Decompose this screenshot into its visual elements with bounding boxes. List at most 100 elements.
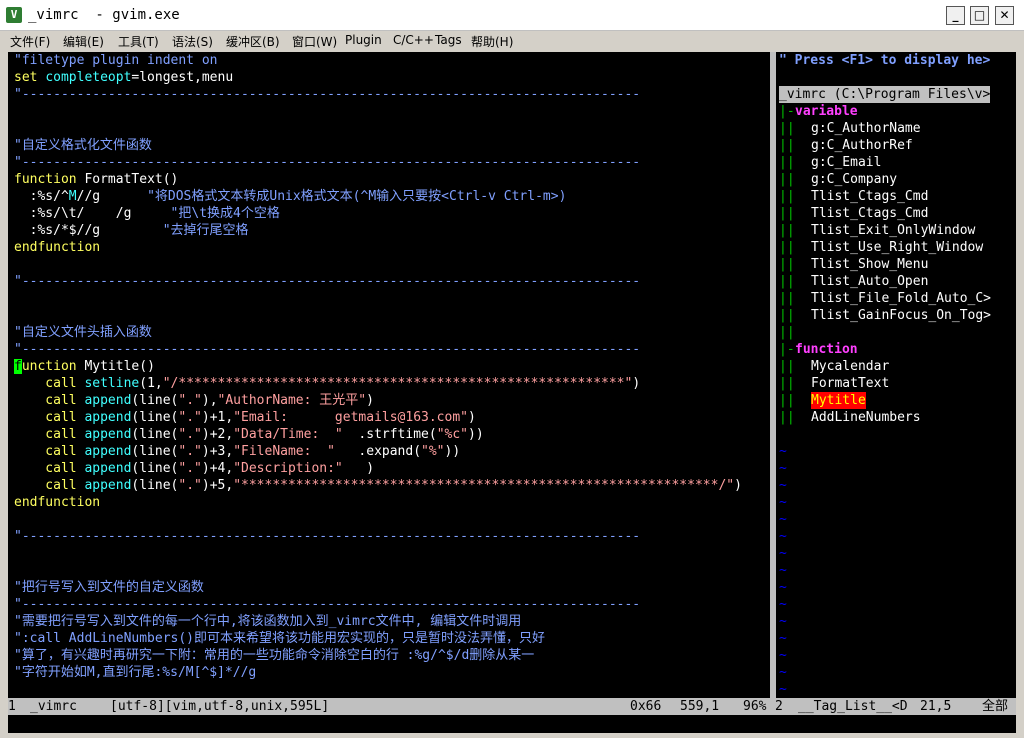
code-line: "把行号写入到文件的自定义函数 [14,580,204,595]
code-line: ":call AddLineNumbers()即可本来希望将该功能用宏实现的，只… [14,631,546,646]
fold-gutter: || [779,410,795,425]
command-line[interactable] [8,715,1016,733]
fold-gutter: |- [779,342,795,357]
taglist-variable-item[interactable]: g:C_AuthorRef [811,137,913,154]
fold-gutter: |- [779,104,795,119]
empty-line-tilde: ~ [779,597,787,612]
fold-gutter: || [779,206,795,221]
title-bar: V _vimrc - gvim.exe _ □ ✕ [0,0,1024,31]
empty-line-tilde: ~ [779,495,787,510]
fold-gutter: || [779,155,795,170]
code-line: endfunction [14,495,101,510]
taglist-variable-item[interactable]: g:C_Email [811,154,881,171]
taglist-variable-item[interactable]: g:C_Company [811,171,897,188]
menu-plugin[interactable]: Plugin [345,33,382,47]
code-line: function FormatText() [14,172,179,187]
code-line: "---------------------------------------… [14,155,641,170]
taglist-function-item[interactable]: Mytitle [811,392,866,409]
taglist-file-header[interactable]: _vimrc (C:\Program Files\v> [779,86,991,103]
empty-line-tilde: ~ [779,444,787,459]
menu-syntax[interactable]: 语法(S) [172,33,213,50]
menu-buffers[interactable]: 缓冲区(B) [226,33,280,50]
taglist-variable-item[interactable]: Tlist_File_Fold_Auto_C> [811,290,991,307]
text-cursor: f [14,359,22,374]
taglist-pane[interactable]: " Press <F1> to display he> _vimrc (C:\P… [779,52,1016,698]
taglist-help: " Press <F1> to display he> [779,53,991,68]
minimize-button[interactable]: _ [946,6,965,25]
code-line: :%s/\t/ /g "把\t换成4个空格 [14,206,280,221]
code-line: call append(line(".")+5,"***************… [14,478,742,493]
taglist-variable-item[interactable]: Tlist_Exit_OnlyWindow [811,222,975,239]
empty-line-tilde: ~ [779,461,787,476]
fold-gutter: || [779,121,795,136]
status-window-number-2: 2 [775,699,783,714]
code-line: :%s/^M//g "将DOS格式文本转成Unix格式文本(^M输入只要按<Ct… [14,189,567,204]
code-line: "算了，有兴趣时再研究一下附：常用的一些功能命令消除空白的行 :%g/^$/d删… [14,648,535,663]
status-filename: _vimrc [30,699,77,714]
code-line: call append(line(".")+2,"Data/Time: " .s… [14,427,484,442]
empty-line-tilde: ~ [779,529,787,544]
window-title: _vimrc - gvim.exe [28,7,180,23]
fold-gutter: || [779,376,795,391]
menu-edit[interactable]: 编辑(E) [63,33,104,50]
fold-gutter: || [779,189,795,204]
empty-line-tilde: ~ [779,563,787,578]
code-line: "---------------------------------------… [14,274,641,289]
code-line: "需要把行号写入到文件的每一个行中,将该函数加入到_vimrc文件中, 编辑文件… [14,614,522,629]
vertical-split-bar[interactable] [767,52,779,698]
menu-bar: 文件(F) 编辑(E) 工具(T) 语法(S) 缓冲区(B) 窗口(W) Plu… [0,31,1024,51]
code-line: "---------------------------------------… [14,597,641,612]
menu-file[interactable]: 文件(F) [10,33,50,50]
fold-gutter: || [779,223,795,238]
empty-line-tilde: ~ [779,631,787,646]
code-line: :%s/*$//g "去掉行尾空格 [14,223,249,238]
menu-help[interactable]: 帮助(H) [471,33,513,50]
code-line: "字符开始如M,直到行尾:%s/M[^$]*//g [14,665,257,680]
status-line: 1 _vimrc [utf-8][vim,utf-8,unix,595L] 0x… [8,698,1016,715]
fold-gutter: || [779,138,795,153]
fold-gutter: || [779,257,795,272]
code-line: call append(line(".")+3,"FileName: " .ex… [14,444,461,459]
fold-gutter: || [779,325,795,340]
taglist-variable-item[interactable]: g:C_AuthorName [811,120,921,137]
close-icon: ✕ [999,8,1010,22]
status-char-hex: 0x66 [630,699,662,714]
taglist-variable-item[interactable]: Tlist_Ctags_Cmd [811,205,928,222]
taglist-variable-label: variable [795,104,858,119]
code-line: call append(line(".")+1,"Email: getmails… [14,410,476,425]
editor-area[interactable]: "filetype plugin indent on set completeo… [8,52,1016,698]
vim-icon[interactable]: V [6,7,22,23]
fold-gutter: || [779,359,795,374]
status-percent: 96% [743,699,767,714]
code-line: "自定义格式化文件函数 [14,138,152,153]
minimize-icon: _ [952,8,959,22]
menu-window[interactable]: 窗口(W) [292,33,337,50]
maximize-button[interactable]: □ [970,6,989,25]
fold-gutter: || [779,291,795,306]
menu-tools[interactable]: 工具(T) [118,33,159,50]
code-line: set completeopt=longest,menu [14,70,234,85]
taglist-variable-item[interactable]: Tlist_Auto_Open [811,273,928,290]
empty-line-tilde: ~ [779,512,787,527]
taglist-function-item[interactable]: FormatText [811,375,889,392]
status-taglist-name: __Tag_List__<D [798,699,908,714]
fold-gutter: || [779,172,795,187]
code-line: "---------------------------------------… [14,529,641,544]
taglist-variable-item[interactable]: Tlist_Show_Menu [811,256,928,273]
taglist-variable-item[interactable]: Tlist_GainFocus_On_Tog> [811,307,991,324]
menu-cpp[interactable]: C/C++ [393,33,434,47]
empty-line-tilde: ~ [779,682,787,697]
code-line: "---------------------------------------… [14,87,641,102]
taglist-function-item[interactable]: AddLineNumbers [811,409,921,426]
code-pane[interactable]: "filetype plugin indent on set completeo… [8,52,767,698]
code-line: call append(line("."),"AuthorName: 王光平") [14,393,374,408]
taglist-variable-item[interactable]: Tlist_Use_Right_Window [811,239,983,256]
code-line: call setline(1,"/***********************… [14,376,641,391]
code-line: endfunction [14,240,101,255]
close-button[interactable]: ✕ [995,6,1014,25]
empty-line-tilde: ~ [779,648,787,663]
fold-gutter: || [779,240,795,255]
taglist-variable-item[interactable]: Tlist_Ctags_Cmd [811,188,928,205]
menu-tags[interactable]: Tags [435,33,462,47]
taglist-function-item[interactable]: Mycalendar [811,358,889,375]
